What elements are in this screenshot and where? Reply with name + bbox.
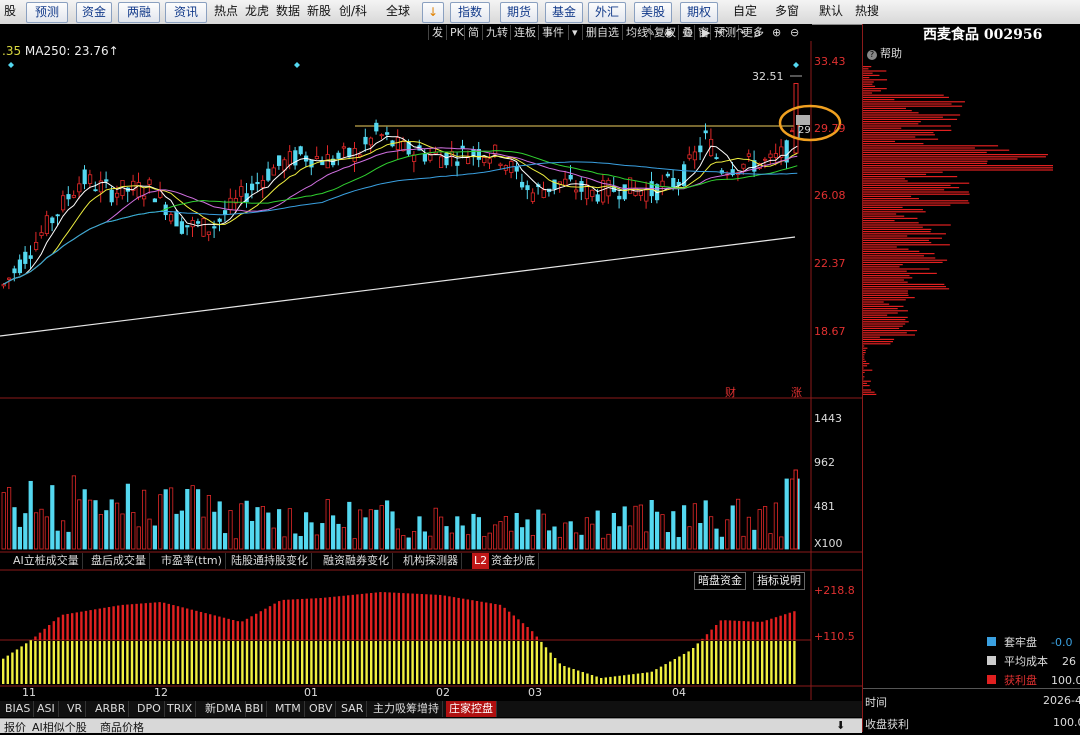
moving-average-lines bbox=[0, 136, 797, 336]
ma250-label: MA250: 23.76↑ bbox=[25, 44, 119, 58]
candlestick-series bbox=[2, 84, 799, 290]
time-label: 时间 bbox=[865, 694, 887, 710]
month-label: 12 bbox=[154, 686, 168, 699]
current-price-label: 29 bbox=[798, 125, 811, 136]
close-profit-label: 收盘获利 bbox=[865, 716, 909, 732]
finance-event-marker[interactable]: 财 bbox=[725, 384, 736, 400]
tab-pe-ttm[interactable]: 市盈率(ttm) bbox=[158, 553, 226, 569]
marker-icon bbox=[793, 62, 799, 68]
volume-axis-label: 1443 bbox=[814, 412, 842, 425]
bottom-tab-0[interactable]: BIAS bbox=[2, 701, 34, 717]
bottom-tab-3[interactable]: ARBR bbox=[92, 701, 129, 717]
bottom-tab-6[interactable]: 新DMA bbox=[202, 701, 246, 717]
trapped-swatch bbox=[987, 637, 996, 646]
bottom-indicator-tabs: BIASASI VR ARBR DPOTRIX 新DMABBI MTMOBVSAR主力吸筹… bbox=[0, 701, 862, 717]
bottom-tab-5[interactable]: TRIX bbox=[164, 701, 196, 717]
help-label: 帮助 bbox=[880, 47, 902, 60]
close-profit-value: 100.0 bbox=[1053, 716, 1080, 729]
price-tag-icon bbox=[796, 115, 810, 125]
chip-distribution-panel: 西麦食品 002956 ?帮助 套牢盘-0.0 平均成本26 获利盘100.0 … bbox=[862, 24, 1080, 732]
month-label: 02 bbox=[436, 686, 450, 699]
month-label: 04 bbox=[672, 686, 686, 699]
bottom-tab-2[interactable]: VR bbox=[64, 701, 86, 717]
status-commodity[interactable]: 商品价格 bbox=[100, 719, 144, 735]
profit-swatch bbox=[987, 675, 996, 684]
price-axis-label: 22.37 bbox=[814, 257, 846, 270]
stock-title: 西麦食品 002956 bbox=[923, 24, 1042, 44]
l2-badge: L2 bbox=[472, 553, 489, 569]
tab-margin-trading[interactable]: 融资融券变化 bbox=[320, 553, 393, 569]
help-icon: ? bbox=[867, 50, 877, 60]
legend-avg-cost: 平均成本26 bbox=[987, 653, 1076, 669]
indicator-help-button[interactable]: 指标说明 bbox=[753, 572, 805, 590]
bottom-tab-12[interactable]: 庄家控盘 bbox=[446, 701, 497, 717]
month-label: 03 bbox=[528, 686, 542, 699]
volume-axis-label: 481 bbox=[814, 500, 835, 513]
bottom-tab-4[interactable]: DPO bbox=[134, 701, 165, 717]
status-quote[interactable]: 报价 bbox=[4, 719, 26, 735]
tab-after-hours-volume[interactable]: 盘后成交量 bbox=[88, 553, 150, 569]
tab-bottom-fishing[interactable]: 资金抄底 bbox=[488, 553, 539, 569]
help-link[interactable]: ?帮助 bbox=[867, 45, 902, 61]
tab-institution-detector[interactable]: 机构探测器 bbox=[400, 553, 462, 569]
volume-bars bbox=[2, 470, 799, 549]
tab-northbound-holdings[interactable]: 陆股通持股变化 bbox=[228, 553, 312, 569]
status-bar: 报价 AI相似个股 商品价格 ⬇ bbox=[0, 718, 862, 733]
month-label: 11 bbox=[22, 686, 36, 699]
high-price-label: 32.51 bbox=[752, 70, 784, 83]
chip-distribution-chart bbox=[863, 64, 1080, 404]
dark-fund-button[interactable]: 暗盘资金 bbox=[694, 572, 746, 590]
legend-trapped: 套牢盘-0.0 bbox=[987, 634, 1072, 650]
ma-legend: .35 MA250: 23.76↑ bbox=[2, 44, 119, 58]
download-icon[interactable]: ⬇ bbox=[836, 719, 845, 732]
legend-profit: 获利盘100.0 bbox=[987, 672, 1080, 688]
bottom-tab-11[interactable]: 主力吸筹增持 bbox=[370, 701, 443, 717]
bottom-tab-7[interactable]: BBI bbox=[242, 701, 267, 717]
marker-icon bbox=[8, 62, 14, 68]
tab-ai-volume[interactable]: AI立桩成交量 bbox=[10, 553, 83, 569]
bottom-tab-10[interactable]: SAR bbox=[338, 701, 367, 717]
rise-event-marker[interactable]: 涨 bbox=[791, 384, 802, 400]
price-axis-label: 29.79 bbox=[814, 122, 846, 135]
control-indicator-bars bbox=[2, 592, 796, 684]
month-label: 01 bbox=[304, 686, 318, 699]
bottom-tab-8[interactable]: MTM bbox=[272, 701, 305, 717]
bottom-tab-9[interactable]: OBV bbox=[306, 701, 336, 717]
volume-axis-label: X100 bbox=[814, 537, 843, 550]
price-axis-label: 33.43 bbox=[814, 55, 846, 68]
volume-axis-label: 962 bbox=[814, 456, 835, 469]
lower-axis-label: +218.8 bbox=[814, 584, 855, 597]
time-value: 2026-4 bbox=[1043, 694, 1080, 707]
bottom-tab-1[interactable]: ASI bbox=[34, 701, 59, 717]
marker-icon bbox=[294, 62, 300, 68]
status-ai-similar[interactable]: AI相似个股 bbox=[32, 719, 87, 735]
indicator-tab-bar: AI立桩成交量 盘后成交量 市盈率(ttm) 陆股通持股变化 融资融券变化 机构… bbox=[0, 553, 811, 569]
lower-axis-label: +110.5 bbox=[814, 630, 855, 643]
avg-cost-swatch bbox=[987, 656, 996, 665]
price-axis-label: 18.67 bbox=[814, 325, 846, 338]
price-axis-label: 26.08 bbox=[814, 189, 846, 202]
ma-prefix: .35 bbox=[2, 44, 21, 58]
stock-chart[interactable] bbox=[0, 0, 862, 732]
